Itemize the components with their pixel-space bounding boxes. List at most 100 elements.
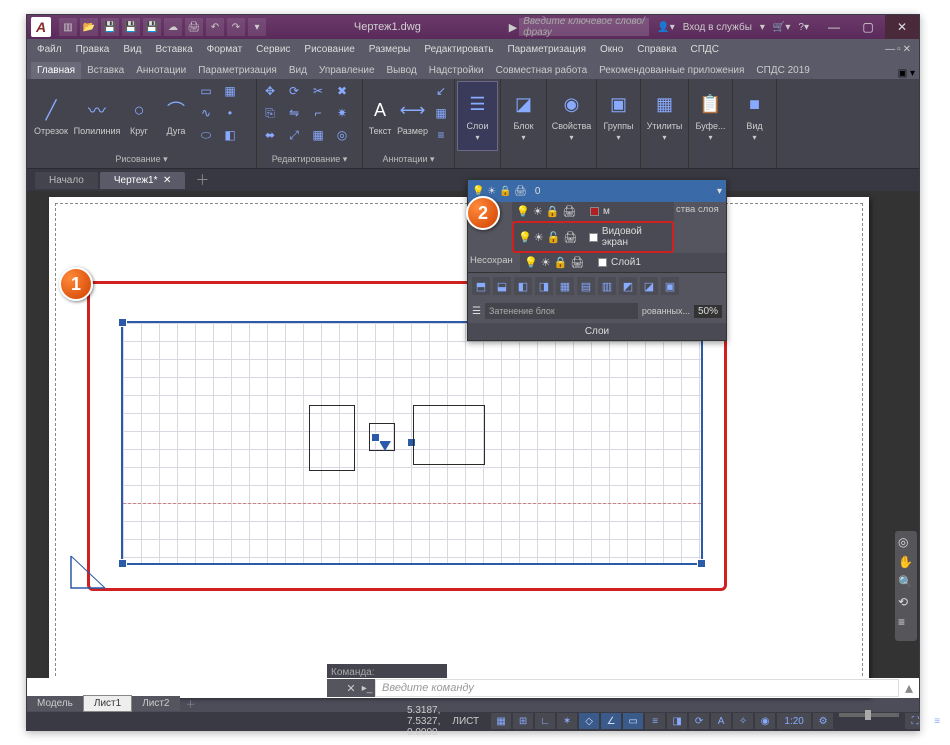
doc-tab-active[interactable]: Чертеж1* ✕: [100, 172, 186, 189]
line-button[interactable]: ╱Отрезок: [29, 81, 73, 151]
status-settings-icon[interactable]: ⚙: [813, 713, 833, 729]
status-custom-icon[interactable]: ≡: [927, 713, 947, 729]
ribbon-tab[interactable]: Надстройки: [423, 62, 490, 79]
rect-icon[interactable]: ▭: [195, 81, 217, 101]
block-button[interactable]: ◪Блок▾: [503, 81, 544, 151]
dimension-button[interactable]: ⟷Размер: [397, 81, 428, 151]
group-label-draw[interactable]: Рисование ▾: [29, 152, 254, 166]
menu-item[interactable]: Вставка: [149, 42, 198, 57]
shade-percent[interactable]: 50%: [694, 305, 722, 318]
qat-open-icon[interactable]: 📂: [80, 18, 98, 36]
nav-wheel-icon[interactable]: ◎: [898, 535, 914, 551]
doc-tab-add-icon[interactable]: ＋: [187, 170, 217, 190]
status-trans-icon[interactable]: ◨: [667, 713, 687, 729]
doc-minimize-icon[interactable]: —: [885, 44, 895, 55]
text-button[interactable]: AТекст: [365, 81, 395, 151]
qat-more-icon[interactable]: ▾: [248, 18, 266, 36]
minimize-button[interactable]: —: [817, 15, 851, 39]
qat-print-icon[interactable]: 🖨: [185, 18, 203, 36]
menu-item[interactable]: Параметризация: [501, 42, 592, 57]
menu-item[interactable]: Правка: [70, 42, 116, 57]
login-label[interactable]: Вход в службы: [683, 22, 752, 33]
nav-zoom-icon[interactable]: 🔍: [898, 575, 914, 591]
view-button[interactable]: ■Вид▾: [735, 81, 774, 151]
status-osnap-icon[interactable]: ◇: [579, 713, 599, 729]
layer-row[interactable]: 💡 ☀ 🔒 🖨м: [512, 202, 674, 221]
layer-tool-icon[interactable]: ▥: [598, 277, 616, 295]
ribbon-tab[interactable]: Рекомендованные приложения: [593, 62, 750, 79]
layer-tool-icon[interactable]: ▣: [661, 277, 679, 295]
menu-item[interactable]: Файл: [31, 42, 68, 57]
qat-undo-icon[interactable]: ↶: [206, 18, 224, 36]
erase-icon[interactable]: ✖: [331, 81, 353, 101]
menu-item[interactable]: Вид: [117, 42, 147, 57]
group-label-edit[interactable]: Редактирование ▾: [259, 152, 360, 166]
menu-item[interactable]: Рисование: [298, 42, 360, 57]
layer-tool-icon[interactable]: ⬒: [472, 277, 490, 295]
status-fullscreen-icon[interactable]: ⛶: [905, 713, 925, 729]
qat-saveas-icon[interactable]: 💾: [122, 18, 140, 36]
status-3d-icon[interactable]: ◉: [755, 713, 775, 729]
app-logo[interactable]: A: [31, 17, 51, 37]
command-close-icon[interactable]: ✕: [343, 679, 359, 697]
qat-saveall-icon[interactable]: 💾: [143, 18, 161, 36]
layers-current-row[interactable]: 💡 ☀ 🔒 🖨 0 ▾: [468, 180, 726, 202]
groups-button[interactable]: ▣Группы▾: [599, 81, 638, 151]
region-icon[interactable]: ◧: [219, 125, 241, 145]
utilities-button[interactable]: ▦Утилиты▾: [643, 81, 686, 151]
clipboard-button[interactable]: 📋Буфе...▾: [691, 81, 730, 151]
doc-close-icon[interactable]: ✕: [903, 44, 911, 55]
layer-row[interactable]: 💡 ☀ 🔒 🖨Слой1: [520, 253, 726, 272]
ribbon-tab[interactable]: СПДС 2019: [750, 62, 815, 79]
ribbon-tab[interactable]: Управление: [313, 62, 381, 79]
array-icon[interactable]: ▦: [307, 125, 329, 145]
status-cycle-icon[interactable]: ⟳: [689, 713, 709, 729]
status-space[interactable]: ЛИСТ: [452, 716, 479, 727]
hatch-icon[interactable]: ▦: [219, 81, 241, 101]
layer-tool-icon[interactable]: ▤: [577, 277, 595, 295]
menu-item[interactable]: Размеры: [363, 42, 417, 57]
table-icon[interactable]: ▦: [430, 103, 452, 123]
polyline-button[interactable]: 〰Полилиния: [75, 81, 119, 151]
tab-sheet2[interactable]: Лист2: [132, 696, 179, 711]
ribbon-collapse-icon[interactable]: ▣ ▾: [898, 68, 915, 79]
ribbon-tab[interactable]: Совместная работа: [490, 62, 594, 79]
layer-tool-icon[interactable]: ◩: [619, 277, 637, 295]
spline-icon[interactable]: ∿: [195, 103, 217, 123]
menu-item[interactable]: Сервис: [250, 42, 296, 57]
status-ortho-icon[interactable]: ∟: [535, 713, 555, 729]
status-polar-icon[interactable]: ✶: [557, 713, 577, 729]
trim-icon[interactable]: ✂: [307, 81, 329, 101]
status-lwt-icon[interactable]: ▭: [623, 713, 643, 729]
menu-item[interactable]: Формат: [201, 42, 249, 57]
status-otrack-icon[interactable]: ∠: [601, 713, 621, 729]
ribbon-tab[interactable]: Вид: [283, 62, 313, 79]
tab-add-icon[interactable]: ＋: [180, 696, 202, 711]
login-icon[interactable]: 👤▾: [657, 22, 674, 33]
menu-item[interactable]: Справка: [631, 42, 682, 57]
group-label-annot[interactable]: Аннотации ▾: [365, 152, 452, 166]
menu-item[interactable]: СПДС: [685, 42, 725, 57]
properties-button[interactable]: ◉Свойства▾: [549, 81, 594, 151]
status-zoom-label[interactable]: 1:20: [777, 713, 811, 729]
menu-item[interactable]: Окно: [594, 42, 629, 57]
layers-button[interactable]: ☰Слои▾: [457, 81, 498, 151]
explode-icon[interactable]: ✷: [331, 103, 353, 123]
point-icon[interactable]: •: [219, 103, 241, 123]
ribbon-tab[interactable]: Аннотации: [130, 62, 192, 79]
command-input[interactable]: Введите команду: [375, 679, 899, 697]
mirror-icon[interactable]: ⇋: [283, 103, 305, 123]
command-toggle-icon[interactable]: ▸_: [359, 679, 375, 697]
ellipse-icon[interactable]: ⬭: [195, 125, 217, 145]
offset-icon[interactable]: ◎: [331, 125, 353, 145]
nav-more-icon[interactable]: ≡: [898, 615, 914, 631]
status-iso-icon[interactable]: ✧: [733, 713, 753, 729]
nav-orbit-icon[interactable]: ⟲: [898, 595, 914, 611]
doc-restore-icon[interactable]: ▫: [897, 44, 901, 55]
layout-viewport[interactable]: [123, 323, 701, 563]
menu-item[interactable]: Редактировать: [418, 42, 499, 57]
qat-cloud-icon[interactable]: ☁: [164, 18, 182, 36]
layer-tool-icon[interactable]: ⬓: [493, 277, 511, 295]
copy-icon[interactable]: ⎘: [259, 103, 281, 123]
layer-row-highlighted[interactable]: 💡 ☀ 🔓 🖨Видовой экран: [512, 221, 674, 253]
